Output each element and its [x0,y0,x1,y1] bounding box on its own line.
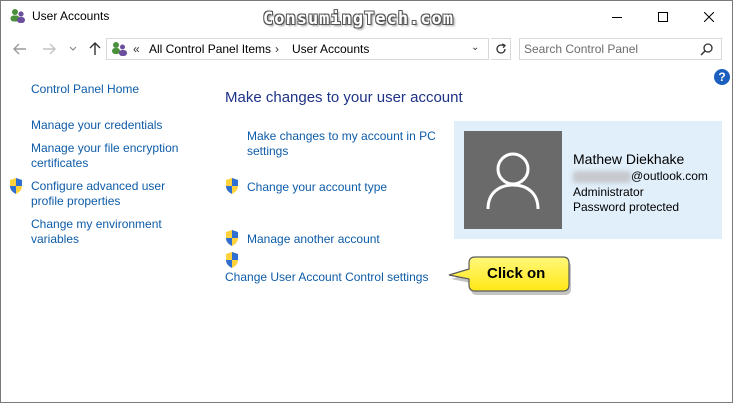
close-button[interactable] [686,1,732,32]
redacted-email [573,171,631,183]
change-environment-variables-link[interactable]: Change my environment variables [31,217,191,247]
forward-button[interactable] [39,39,59,59]
back-button[interactable] [10,39,30,59]
avatar [464,131,562,229]
user-card: Mathew Diekhake @outlook.com Administrat… [454,121,722,239]
address-dropdown-icon[interactable]: ⌄ [471,42,479,53]
chevron-down-icon [69,46,77,51]
password-status: Password protected [573,200,680,214]
breadcrumb-overflow[interactable]: « [133,42,140,56]
watermark: ConsumingTech.com [263,9,454,29]
change-account-in-pc-settings-link[interactable]: Make changes to my account in PC setting… [247,129,447,159]
user-icon [486,152,540,210]
close-icon [704,11,714,22]
uac-shield-icon [226,230,238,246]
up-button[interactable] [85,39,105,59]
minimize-button[interactable] [594,1,640,32]
manage-file-encryption-link[interactable]: Manage your file encryption certificates [31,141,196,171]
help-icon[interactable]: ? [714,69,730,85]
user-accounts-icon [10,9,25,23]
user-name: Mathew Diekhake [573,151,685,167]
change-account-type-link[interactable]: Change your account type [247,180,387,195]
manage-credentials-link[interactable]: Manage your credentials [31,118,201,133]
refresh-icon [495,43,506,54]
user-accounts-window: User Accounts ConsumingTech.com « All Co… [0,0,733,403]
user-role: Administrator [573,185,644,199]
arrow-up-icon [89,42,101,55]
uac-shield-icon [10,178,22,194]
manage-another-account-link[interactable]: Manage another account [247,232,380,247]
search-input[interactable] [524,41,694,57]
uac-shield-icon [226,178,238,194]
window-title: User Accounts [32,9,110,23]
minimize-icon [612,16,622,18]
control-panel-icon [112,42,127,56]
arrow-right-icon [43,43,56,55]
breadcrumb-separator[interactable]: › [275,42,279,56]
breadcrumb-all-control-panel-items[interactable]: All Control Panel Items [149,42,271,56]
maximize-icon [658,11,668,22]
search-icon[interactable] [700,42,714,56]
annotation-callout: Click on [445,255,575,297]
page-heading: Make changes to your user account [225,89,463,106]
change-uac-settings-link[interactable]: Change User Account Control settings [225,270,428,285]
arrow-left-icon [13,43,26,55]
callout-text: Click on [487,265,546,282]
refresh-button[interactable] [491,38,511,60]
uac-shield-icon [226,252,238,268]
user-email-domain: @outlook.com [631,169,708,183]
maximize-button[interactable] [640,1,686,32]
configure-profile-properties-link[interactable]: Configure advanced user profile properti… [31,179,181,209]
control-panel-home-link[interactable]: Control Panel Home [31,82,139,97]
recent-locations-button[interactable] [63,39,83,59]
title-bar: User Accounts ConsumingTech.com [1,1,732,32]
search-box[interactable] [519,38,722,60]
address-bar[interactable]: « All Control Panel Items › User Account… [106,38,489,60]
breadcrumb-user-accounts[interactable]: User Accounts [292,42,369,56]
